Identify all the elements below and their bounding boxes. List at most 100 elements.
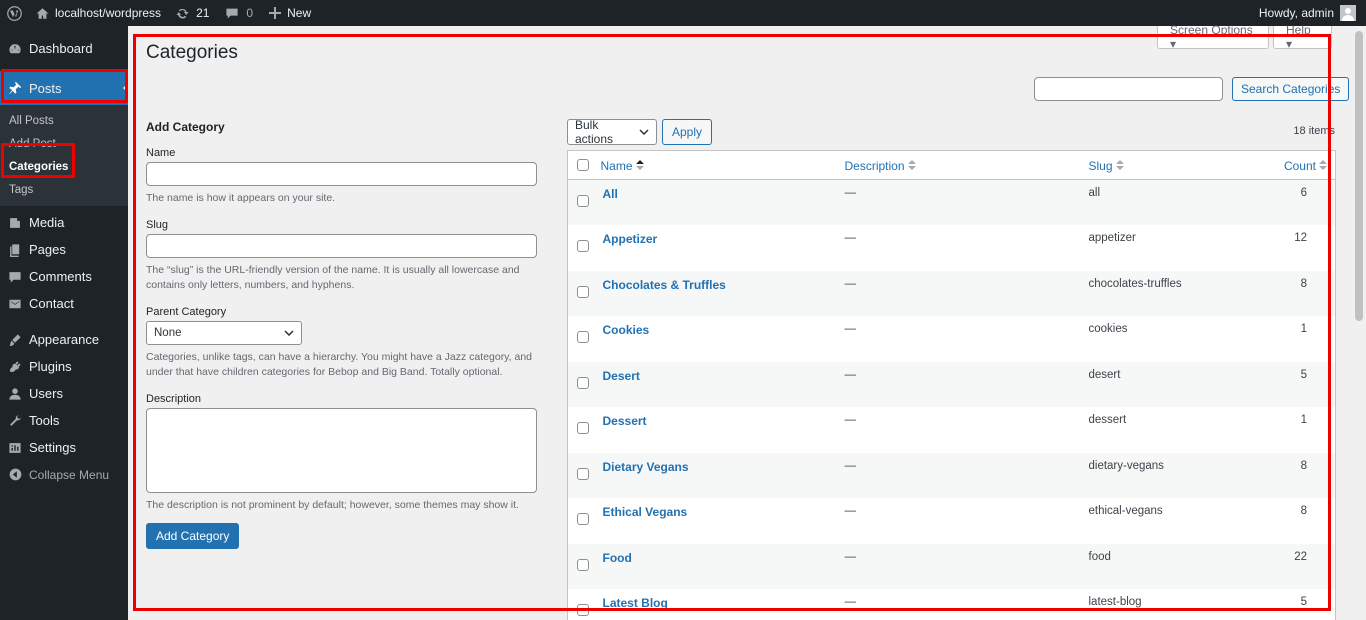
site-name: localhost/wordpress xyxy=(55,6,162,20)
site-name-link[interactable]: localhost/wordpress xyxy=(30,0,167,26)
parent-category-select[interactable]: None xyxy=(146,321,302,345)
search-box: Search Categories xyxy=(1034,77,1350,101)
row-description-cell: — xyxy=(844,596,857,608)
new-content-link[interactable]: New xyxy=(259,0,317,26)
row-name-cell: Chocolates & Truffles xyxy=(601,271,845,317)
row-count-cell: 8 xyxy=(1252,453,1336,499)
submenu-item-add-post[interactable]: Add Post xyxy=(0,132,128,155)
count-link[interactable]: 1 xyxy=(1301,414,1307,426)
row-checkbox[interactable] xyxy=(577,195,589,207)
scrollbar-thumb[interactable] xyxy=(1355,31,1363,321)
submenu-item-categories[interactable]: Categories xyxy=(0,155,128,178)
count-link[interactable]: 1 xyxy=(1301,323,1307,335)
submenu-item-all-posts[interactable]: All Posts xyxy=(0,109,128,132)
category-name-link[interactable]: Desert xyxy=(603,369,640,383)
category-name-link[interactable]: Appetizer xyxy=(603,232,658,246)
add-category-button[interactable]: Add Category xyxy=(146,523,240,549)
menu-item-plugins[interactable]: Plugins xyxy=(0,353,128,380)
menu-item-posts[interactable]: Posts xyxy=(0,71,128,105)
category-name-link[interactable]: Cookies xyxy=(603,323,650,337)
column-label: Description xyxy=(844,158,905,173)
updates-count: 21 xyxy=(196,6,210,20)
row-description-cell: — xyxy=(844,505,857,517)
help-button[interactable]: Help ▾ xyxy=(1273,23,1332,51)
row-description-cell: — xyxy=(844,550,857,563)
row-count-cell: 5 xyxy=(1252,589,1336,620)
category-name-link[interactable]: Dietary Vegans xyxy=(603,460,689,474)
category-name-link[interactable]: All xyxy=(603,187,618,201)
sort-icon xyxy=(1319,159,1327,172)
column-description-header[interactable]: Description xyxy=(844,150,1089,180)
category-name-link[interactable]: Latest Blog xyxy=(603,596,668,610)
row-description-cell: — xyxy=(844,277,857,290)
row-checkbox[interactable] xyxy=(577,240,589,252)
menu-item-users[interactable]: Users xyxy=(0,380,128,407)
slug-label: Slug xyxy=(146,219,169,231)
row-checkbox[interactable] xyxy=(577,285,589,298)
row-description-cell: — xyxy=(844,414,857,426)
row-checkbox[interactable] xyxy=(577,422,589,434)
category-name-link[interactable]: Food xyxy=(603,551,632,565)
apply-button[interactable]: Apply xyxy=(662,119,713,145)
add-category-form: Add Category Name The name is how it app… xyxy=(146,120,538,549)
settings-icon xyxy=(8,441,22,455)
vertical-scrollbar[interactable] xyxy=(1352,26,1366,620)
row-checkbox[interactable] xyxy=(577,331,589,343)
select-all-checkbox[interactable] xyxy=(577,159,589,171)
collapse-menu-button[interactable]: Collapse Menu xyxy=(0,461,128,488)
description-textarea[interactable] xyxy=(146,408,537,493)
screen-options-button[interactable]: Screen Options ▾ xyxy=(1157,23,1269,51)
wordpress-logo-icon[interactable] xyxy=(0,0,30,26)
count-link[interactable]: 12 xyxy=(1294,232,1307,244)
my-account[interactable]: Howdy, admin xyxy=(1259,5,1366,21)
menu-item-appearance[interactable]: Appearance xyxy=(0,326,128,353)
menu-label: Appearance xyxy=(29,332,100,347)
greeting: Howdy, admin xyxy=(1258,6,1334,20)
menu-item-media[interactable]: Media xyxy=(0,209,128,236)
count-link[interactable]: 8 xyxy=(1301,505,1307,517)
category-name-link[interactable]: Ethical Vegans xyxy=(603,505,688,519)
menu-item-pages[interactable]: Pages xyxy=(0,236,128,263)
category-name-link[interactable]: Chocolates & Truffles xyxy=(603,278,726,292)
count-link[interactable]: 8 xyxy=(1301,278,1307,290)
name-help: The name is how it appears on your site. xyxy=(146,192,336,204)
search-input[interactable] xyxy=(1034,77,1223,101)
menu-item-comments[interactable]: Comments xyxy=(0,263,128,290)
row-checkbox[interactable] xyxy=(577,513,589,525)
appearance-icon xyxy=(8,333,22,347)
page-title: Categories xyxy=(146,42,238,63)
slug-field[interactable] xyxy=(146,234,537,258)
count-link[interactable]: 22 xyxy=(1294,551,1307,563)
row-count-cell: 1 xyxy=(1252,407,1336,453)
category-name-link[interactable]: Dessert xyxy=(603,414,647,428)
column-name-header[interactable]: Name xyxy=(600,150,845,180)
row-checkbox[interactable] xyxy=(577,604,589,616)
name-field[interactable] xyxy=(146,162,537,186)
categories-list: Bulk actions Apply 18 items Name Descrip… xyxy=(567,118,1336,620)
updates-link[interactable]: 21 xyxy=(167,0,215,26)
bulk-actions-select[interactable]: Bulk actions xyxy=(567,118,657,146)
row-checkbox[interactable] xyxy=(577,376,589,389)
column-slug-header[interactable]: Slug xyxy=(1088,150,1252,180)
chevron-down-icon xyxy=(639,129,649,135)
comments-link[interactable]: 0 xyxy=(215,0,259,26)
menu-item-dashboard[interactable]: Dashboard xyxy=(0,35,128,62)
count-link[interactable]: 6 xyxy=(1301,187,1307,199)
table-row: Appetizer — appetizer 12 xyxy=(568,225,1336,271)
count-link[interactable]: 5 xyxy=(1301,596,1307,608)
submenu-item-tags[interactable]: Tags xyxy=(0,178,128,201)
table-row: Latest Blog — latest-blog 5 xyxy=(568,589,1336,620)
parent-help: Categories, unlike tags, can have a hier… xyxy=(146,351,533,378)
menu-item-settings[interactable]: Settings xyxy=(0,434,128,461)
row-checkbox-cell xyxy=(568,544,601,590)
menu-item-tools[interactable]: Tools xyxy=(0,407,128,434)
search-categories-button[interactable]: Search Categories xyxy=(1232,77,1350,101)
new-label: New xyxy=(287,6,312,20)
row-checkbox[interactable] xyxy=(577,467,589,480)
menu-item-contact[interactable]: Contact xyxy=(0,290,128,317)
column-count-header[interactable]: Count xyxy=(1251,150,1336,180)
row-checkbox[interactable] xyxy=(577,558,589,571)
count-link[interactable]: 5 xyxy=(1301,369,1307,381)
row-slug-cell: ethical-vegans xyxy=(1088,505,1163,517)
count-link[interactable]: 8 xyxy=(1301,460,1307,472)
